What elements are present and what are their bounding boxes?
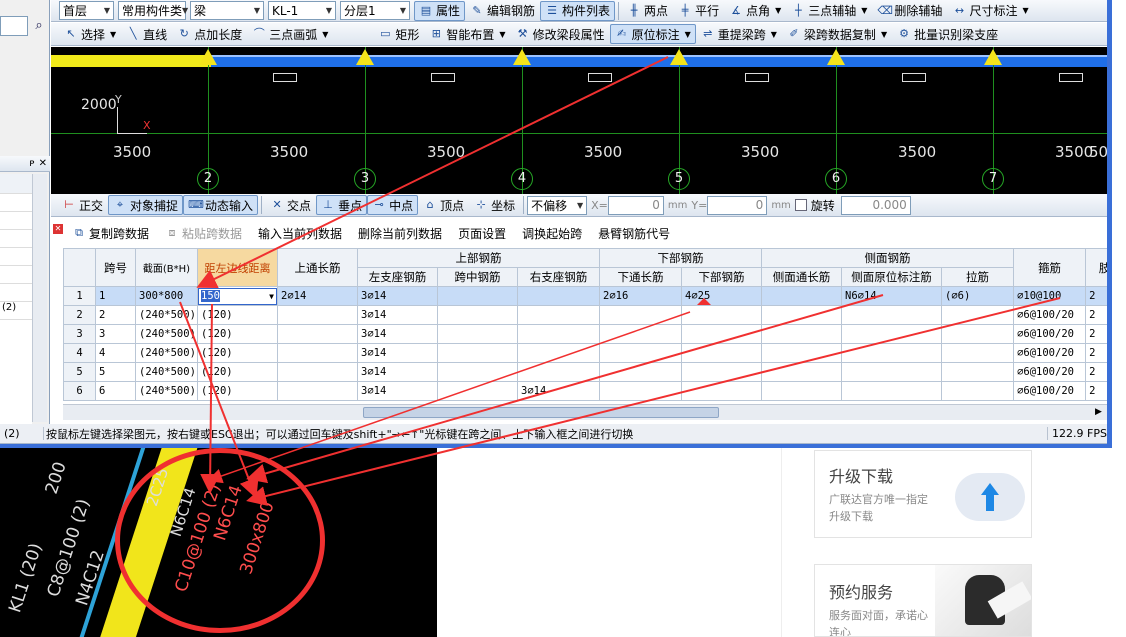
- annotation-arrows: [179, 56, 1061, 506]
